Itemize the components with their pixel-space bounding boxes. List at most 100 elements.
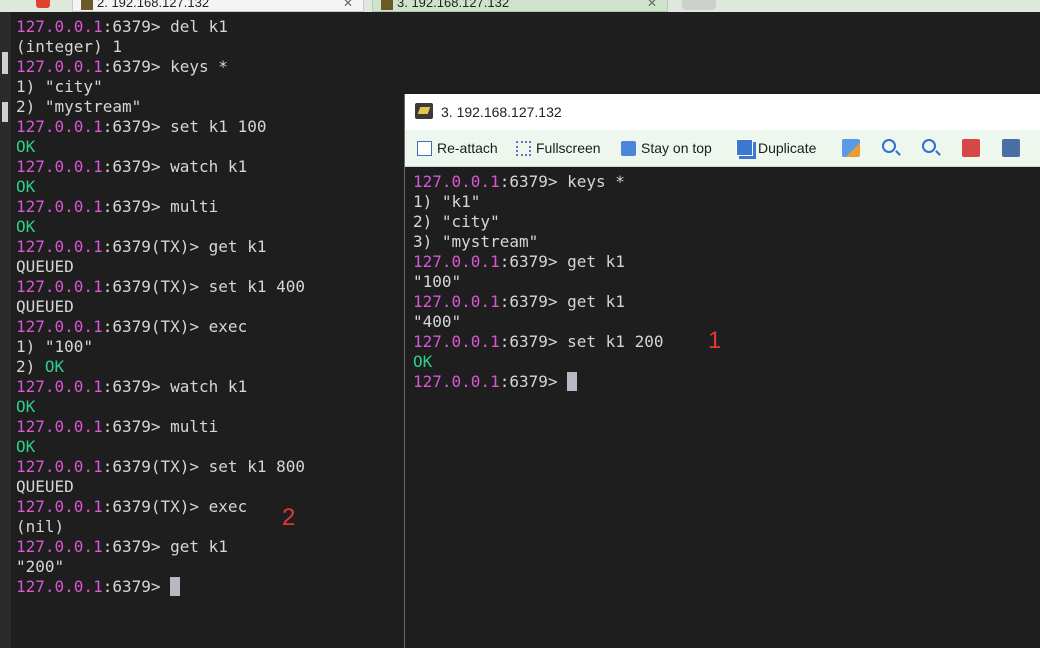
prompt-host: 127.0.0.1 xyxy=(16,157,103,176)
prompt-command: :6379> keys * xyxy=(499,172,625,191)
output-text: "200" xyxy=(16,557,65,576)
stay-on-top-button[interactable]: Stay on top xyxy=(621,139,712,157)
prompt-command: :6379(TX)> set k1 800 xyxy=(102,457,305,476)
prompt-command: :6379> multi xyxy=(102,197,219,216)
prompt-line: 127.0.0.1:6379> multi xyxy=(16,197,305,217)
prompt-command: :6379> set k1 200 xyxy=(499,332,664,351)
tab-session-2[interactable]: 2. 192.168.127.132 ✕ xyxy=(72,0,364,12)
annotation-1: 1 xyxy=(708,327,722,354)
prompt-line: 127.0.0.1:6379> get k1 xyxy=(413,292,663,312)
prompt-line: 127.0.0.1:6379> xyxy=(413,372,663,392)
prompt-line: 127.0.0.1:6379> set k1 200 xyxy=(413,332,663,352)
prompt-command: :6379> set k1 100 xyxy=(102,117,267,136)
close-icon[interactable]: ✕ xyxy=(343,0,353,12)
new-tab-button[interactable] xyxy=(682,0,716,10)
prompt-line: 127.0.0.1:6379> keys * xyxy=(413,172,663,192)
right-terminal[interactable]: 127.0.0.1:6379> keys * 1) "k1" 2) "city" 3)… xyxy=(413,172,663,392)
window-left-edge xyxy=(0,12,11,648)
output-line: OK xyxy=(16,177,305,197)
output-text: 2) "city" xyxy=(413,212,500,231)
prompt-command: :6379(TX)> exec xyxy=(102,317,248,336)
prompt-line: 127.0.0.1:6379(TX)> exec xyxy=(16,497,305,517)
prompt-host: 127.0.0.1 xyxy=(16,197,103,216)
duplicate-icon xyxy=(736,139,753,156)
output-line: OK xyxy=(16,137,305,157)
prompt-line: 127.0.0.1:6379> get k1 xyxy=(413,252,663,272)
output-text: 2) "mystream" xyxy=(16,97,142,116)
prompt-command: :6379> watch k1 xyxy=(102,157,248,176)
prompt-command: :6379> get k1 xyxy=(499,292,625,311)
output-text: (integer) 1 xyxy=(16,37,122,56)
prompt-host: 127.0.0.1 xyxy=(413,332,500,351)
window-toolbar: Re-attach Fullscreen Stay on top Duplica… xyxy=(405,130,1040,167)
prompt-host: 127.0.0.1 xyxy=(16,117,103,136)
output-line: OK xyxy=(16,437,305,457)
output-text: 2) xyxy=(16,357,45,376)
output-line: (nil) xyxy=(16,517,305,537)
prompt-command: :6379(TX)> set k1 400 xyxy=(102,277,305,296)
stay-on-top-label: Stay on top xyxy=(641,140,712,156)
ok-reply: OK xyxy=(44,357,65,376)
zoom-out-button[interactable] xyxy=(922,139,940,157)
reattach-button[interactable]: Re-attach xyxy=(417,139,498,157)
output-line: QUEUED xyxy=(16,477,305,497)
left-terminal[interactable]: 127.0.0.1:6379> del k1 (integer) 1 127.0.0… xyxy=(16,17,305,597)
prompt-host: 127.0.0.1 xyxy=(16,497,103,516)
app-marker xyxy=(36,0,50,8)
prompt-host: 127.0.0.1 xyxy=(16,57,103,76)
prompt-host: 127.0.0.1 xyxy=(16,317,103,336)
output-line: 2) OK xyxy=(16,357,305,377)
ok-reply: OK xyxy=(16,397,36,416)
output-text: 1) "city" xyxy=(16,77,103,96)
fullscreen-button[interactable]: Fullscreen xyxy=(516,139,601,157)
prompt-line: 127.0.0.1:6379> del k1 xyxy=(16,17,305,37)
prompt-host: 127.0.0.1 xyxy=(16,417,103,436)
output-text: QUEUED xyxy=(16,477,74,496)
output-line: 1) "100" xyxy=(16,337,305,357)
prompt-line: 127.0.0.1:6379> xyxy=(16,577,305,597)
tab-strip: 2. 192.168.127.132 ✕ 3. 192.168.127.132 … xyxy=(0,0,1040,12)
close-icon[interactable]: ✕ xyxy=(647,0,657,12)
output-line: 1) "city" xyxy=(16,77,305,97)
duplicate-button[interactable]: Duplicate xyxy=(736,139,816,157)
prompt-host: 127.0.0.1 xyxy=(16,277,103,296)
zoom-in-button[interactable] xyxy=(882,139,900,157)
prompt-command: :6379(TX)> exec xyxy=(102,497,248,516)
zoom-out-icon xyxy=(922,139,936,153)
prompt-host: 127.0.0.1 xyxy=(16,457,103,476)
output-text: 1) "k1" xyxy=(413,192,481,211)
save-icon[interactable] xyxy=(962,139,980,157)
edge-handle[interactable] xyxy=(2,102,8,122)
prompt-command: :6379> watch k1 xyxy=(102,377,248,396)
prompt-command: :6379> get k1 xyxy=(499,252,625,271)
prompt-command: :6379(TX)> get k1 xyxy=(102,237,267,256)
prompt-command: :6379> multi xyxy=(102,417,219,436)
output-line: "100" xyxy=(413,272,663,292)
prompt-host: 127.0.0.1 xyxy=(413,252,500,271)
output-text: QUEUED xyxy=(16,297,74,316)
prompt-line: 127.0.0.1:6379> multi xyxy=(16,417,305,437)
output-text: 1) "100" xyxy=(16,337,94,356)
edit-icon[interactable] xyxy=(842,139,860,157)
detached-terminal-window[interactable]: 3. 192.168.127.132 Re-attach Fullscreen … xyxy=(404,94,1040,648)
prompt-command: :6379> keys * xyxy=(102,57,228,76)
output-text: (nil) xyxy=(16,517,65,536)
tab-session-3[interactable]: 3. 192.168.127.132 ✕ xyxy=(372,0,668,12)
ok-reply: OK xyxy=(413,352,433,371)
prompt-line: 127.0.0.1:6379> set k1 100 xyxy=(16,117,305,137)
ok-reply: OK xyxy=(16,177,36,196)
duplicate-label: Duplicate xyxy=(758,140,817,156)
prompt-line: 127.0.0.1:6379> watch k1 xyxy=(16,377,305,397)
edge-handle[interactable] xyxy=(2,52,8,74)
prompt-host: 127.0.0.1 xyxy=(16,377,103,396)
terminal-icon xyxy=(81,0,93,10)
prompt-command: :6379> get k1 xyxy=(102,537,228,556)
reattach-label: Re-attach xyxy=(437,140,498,156)
prompt-host: 127.0.0.1 xyxy=(16,577,103,596)
print-icon[interactable] xyxy=(1002,139,1020,157)
window-title: 3. 192.168.127.132 xyxy=(441,104,562,120)
output-line: 2) "city" xyxy=(413,212,663,232)
prompt-line: 127.0.0.1:6379(TX)> exec xyxy=(16,317,305,337)
window-title-bar[interactable]: 3. 192.168.127.132 xyxy=(405,94,1040,130)
prompt-host: 127.0.0.1 xyxy=(16,537,103,556)
